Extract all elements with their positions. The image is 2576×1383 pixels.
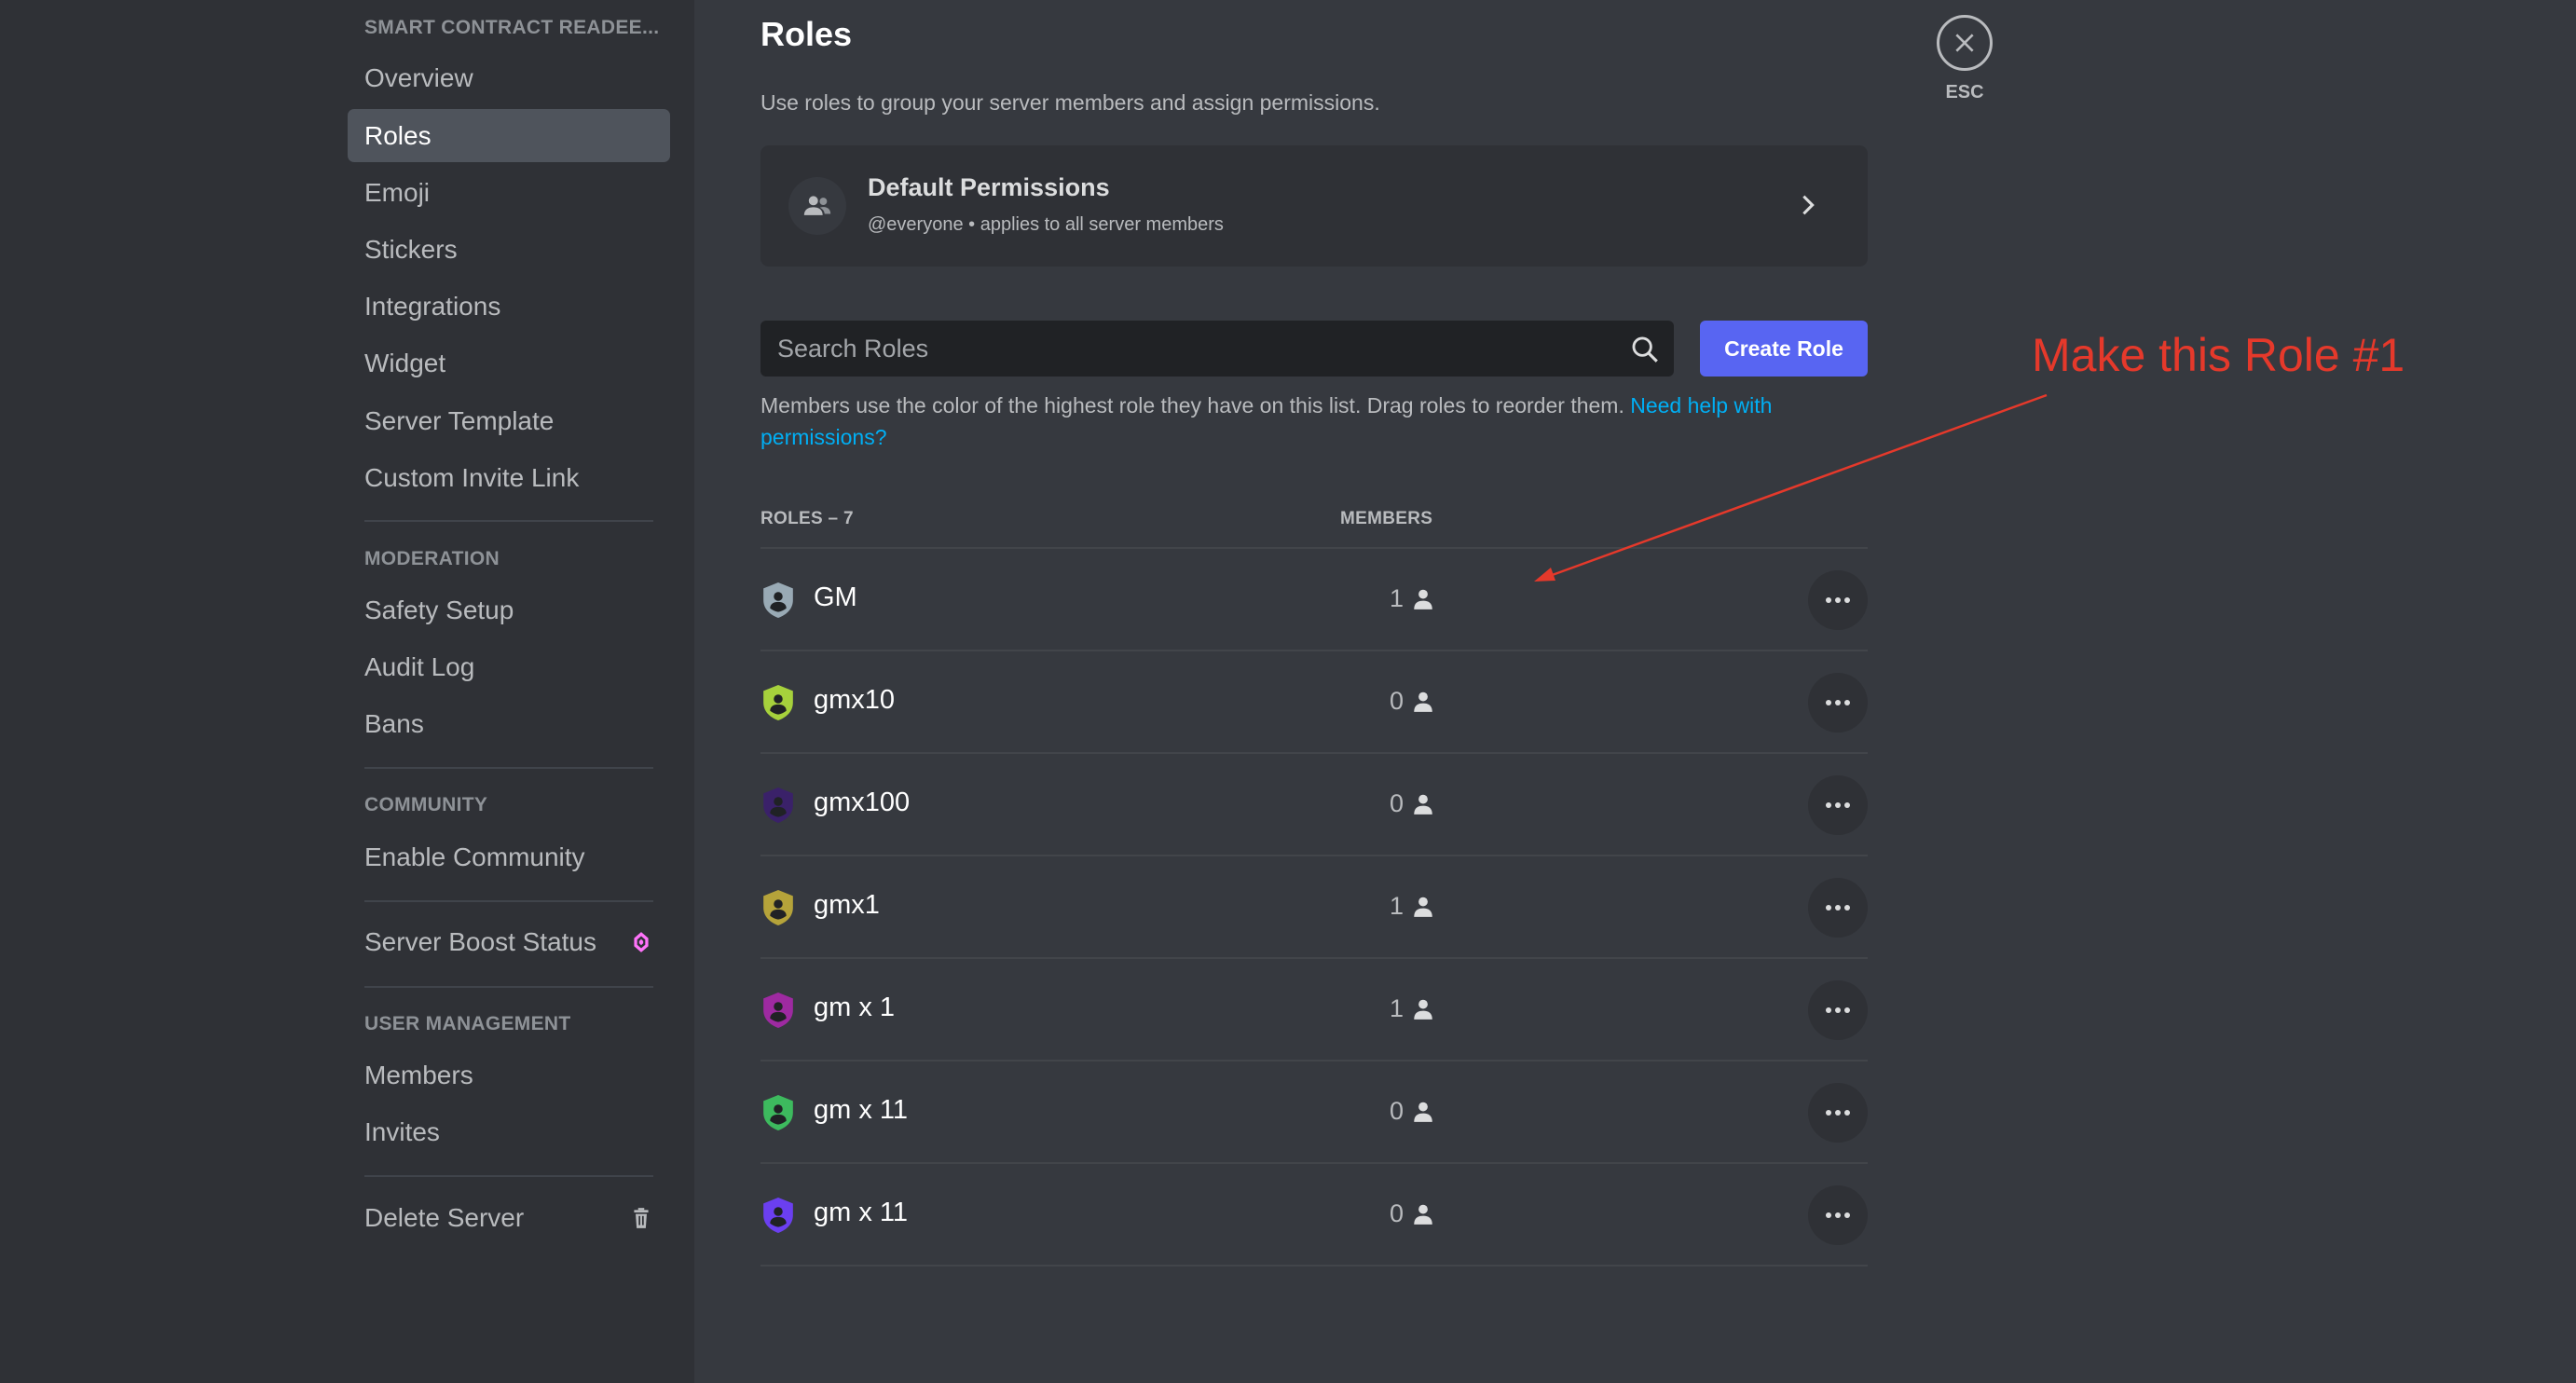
sidebar-item-safety-setup[interactable]: Safety Setup [348,583,670,637]
role-name: gmx1 [814,890,880,920]
role-member-count: 1 [1389,892,1404,920]
person-icon [1414,1102,1432,1122]
search-roles-box [760,321,1674,377]
moderation-header: MODERATION [364,548,500,569]
sidebar-item-label: Delete Server [364,1203,525,1232]
close-button[interactable] [1937,15,1993,71]
role-member-count: 0 [1389,1199,1404,1227]
person-icon [1414,897,1432,917]
chevron-right-icon [1802,195,1815,215]
role-row[interactable]: gm x 11 0 [760,1164,1868,1267]
role-shield-icon [763,1198,793,1233]
role-shield-icon [763,1095,793,1130]
role-name: gm x 1 [814,993,896,1022]
sidebar-item-invites[interactable]: Invites [348,1105,670,1158]
sidebar-item-members[interactable]: Members [348,1048,670,1102]
sidebar-divider [364,986,653,988]
sidebar-item-roles[interactable]: Roles [348,109,670,162]
search-roles-input[interactable] [760,321,1599,377]
default-permissions-subtitle: @everyone • applies to all server member… [868,214,1224,235]
annotation-text: Make this Role #1 [2032,329,2405,381]
role-member-count: 0 [1389,1097,1404,1125]
boost-gem-icon [634,932,649,952]
role-name: gm x 11 [814,1198,909,1227]
roles-count-header: ROLES – 7 [760,509,854,528]
role-more-options-button[interactable] [1808,1083,1868,1143]
server-name-header: SMART CONTRACT READEE... [364,17,660,38]
more-dots-icon [1826,1007,1850,1013]
role-member-count: 0 [1389,789,1404,817]
search-icon [1632,336,1658,363]
role-row[interactable]: GM 1 [760,549,1868,651]
role-shield-icon [763,582,793,618]
default-permissions-title: Default Permissions [868,173,1110,201]
sidebar-item-emoji[interactable]: Emoji [348,166,670,219]
sidebar-item-overview[interactable]: Overview [348,51,670,104]
person-icon [1414,999,1432,1020]
sidebar-item-enable-community[interactable]: Enable Community [348,830,670,883]
create-role-button[interactable]: Create Role [1700,321,1868,377]
role-name: gm x 11 [814,1095,909,1125]
role-shield-icon [763,787,793,823]
role-more-options-button[interactable] [1808,570,1868,630]
more-dots-icon [1826,597,1850,603]
community-header: COMMUNITY [364,794,488,815]
person-icon [1414,692,1432,712]
people-icon [803,196,831,215]
trash-icon [634,1208,649,1228]
page-subtitle: Use roles to group your server members a… [760,90,1380,115]
role-shield-icon [763,890,793,925]
help-text: Members use the color of the highest rol… [760,393,1624,418]
sidebar-divider [364,900,653,902]
sidebar-item-audit-log[interactable]: Audit Log [348,640,670,693]
role-member-count: 1 [1389,994,1404,1022]
sidebar-divider [364,767,653,769]
sidebar-item-widget[interactable]: Widget [348,336,670,390]
role-row[interactable]: gmx10 0 [760,651,1868,754]
sidebar-item-delete-server[interactable]: Delete Server [348,1191,670,1244]
sidebar-item-stickers[interactable]: Stickers [348,223,670,276]
sidebar-item-server-template[interactable]: Server Template [348,394,670,447]
role-name: gmx100 [814,787,911,817]
default-permissions-avatar [788,177,846,235]
sidebar-item-label: Server Boost Status [364,927,597,956]
role-more-options-button[interactable] [1808,673,1868,733]
roles-help-text: Members use the color of the highest rol… [760,390,1868,453]
role-shield-icon [763,993,793,1028]
esc-label: ESC [1945,82,1984,103]
role-more-options-button[interactable] [1808,878,1868,938]
sidebar-divider [364,1175,653,1177]
members-column-header: MEMBERS [1340,509,1433,528]
user-management-header: USER MANAGEMENT [364,1013,571,1034]
role-more-options-button[interactable] [1808,1185,1868,1245]
role-name: gmx10 [814,685,896,715]
role-more-options-button[interactable] [1808,775,1868,835]
person-icon [1414,589,1432,609]
role-row[interactable]: gm x 11 0 [760,1061,1868,1164]
sidebar-divider [364,520,653,522]
role-member-count: 1 [1389,584,1404,612]
role-row[interactable]: gmx1 1 [760,856,1868,959]
more-dots-icon [1826,1110,1850,1116]
more-dots-icon [1826,905,1850,911]
sidebar-item-server-boost-status[interactable]: Server Boost Status [348,915,670,968]
page-title: Roles [760,15,853,53]
default-permissions-card[interactable]: Default Permissions @everyone • applies … [760,145,1868,267]
more-dots-icon [1826,802,1850,808]
role-more-options-button[interactable] [1808,980,1868,1040]
person-icon [1414,794,1432,815]
sidebar-item-integrations[interactable]: Integrations [348,280,670,333]
more-dots-icon [1826,1212,1850,1218]
role-row[interactable]: gmx100 0 [760,754,1868,856]
sidebar-item-custom-invite-link[interactable]: Custom Invite Link [348,451,670,504]
role-name: GM [814,582,857,612]
role-row[interactable]: gm x 1 1 [760,959,1868,1061]
role-member-count: 0 [1389,687,1404,715]
person-icon [1414,1204,1432,1225]
close-icon [1955,34,1974,52]
role-shield-icon [763,685,793,720]
sidebar-item-bans[interactable]: Bans [348,697,670,750]
more-dots-icon [1826,700,1850,705]
esc-close: ESC [1935,15,1994,103]
